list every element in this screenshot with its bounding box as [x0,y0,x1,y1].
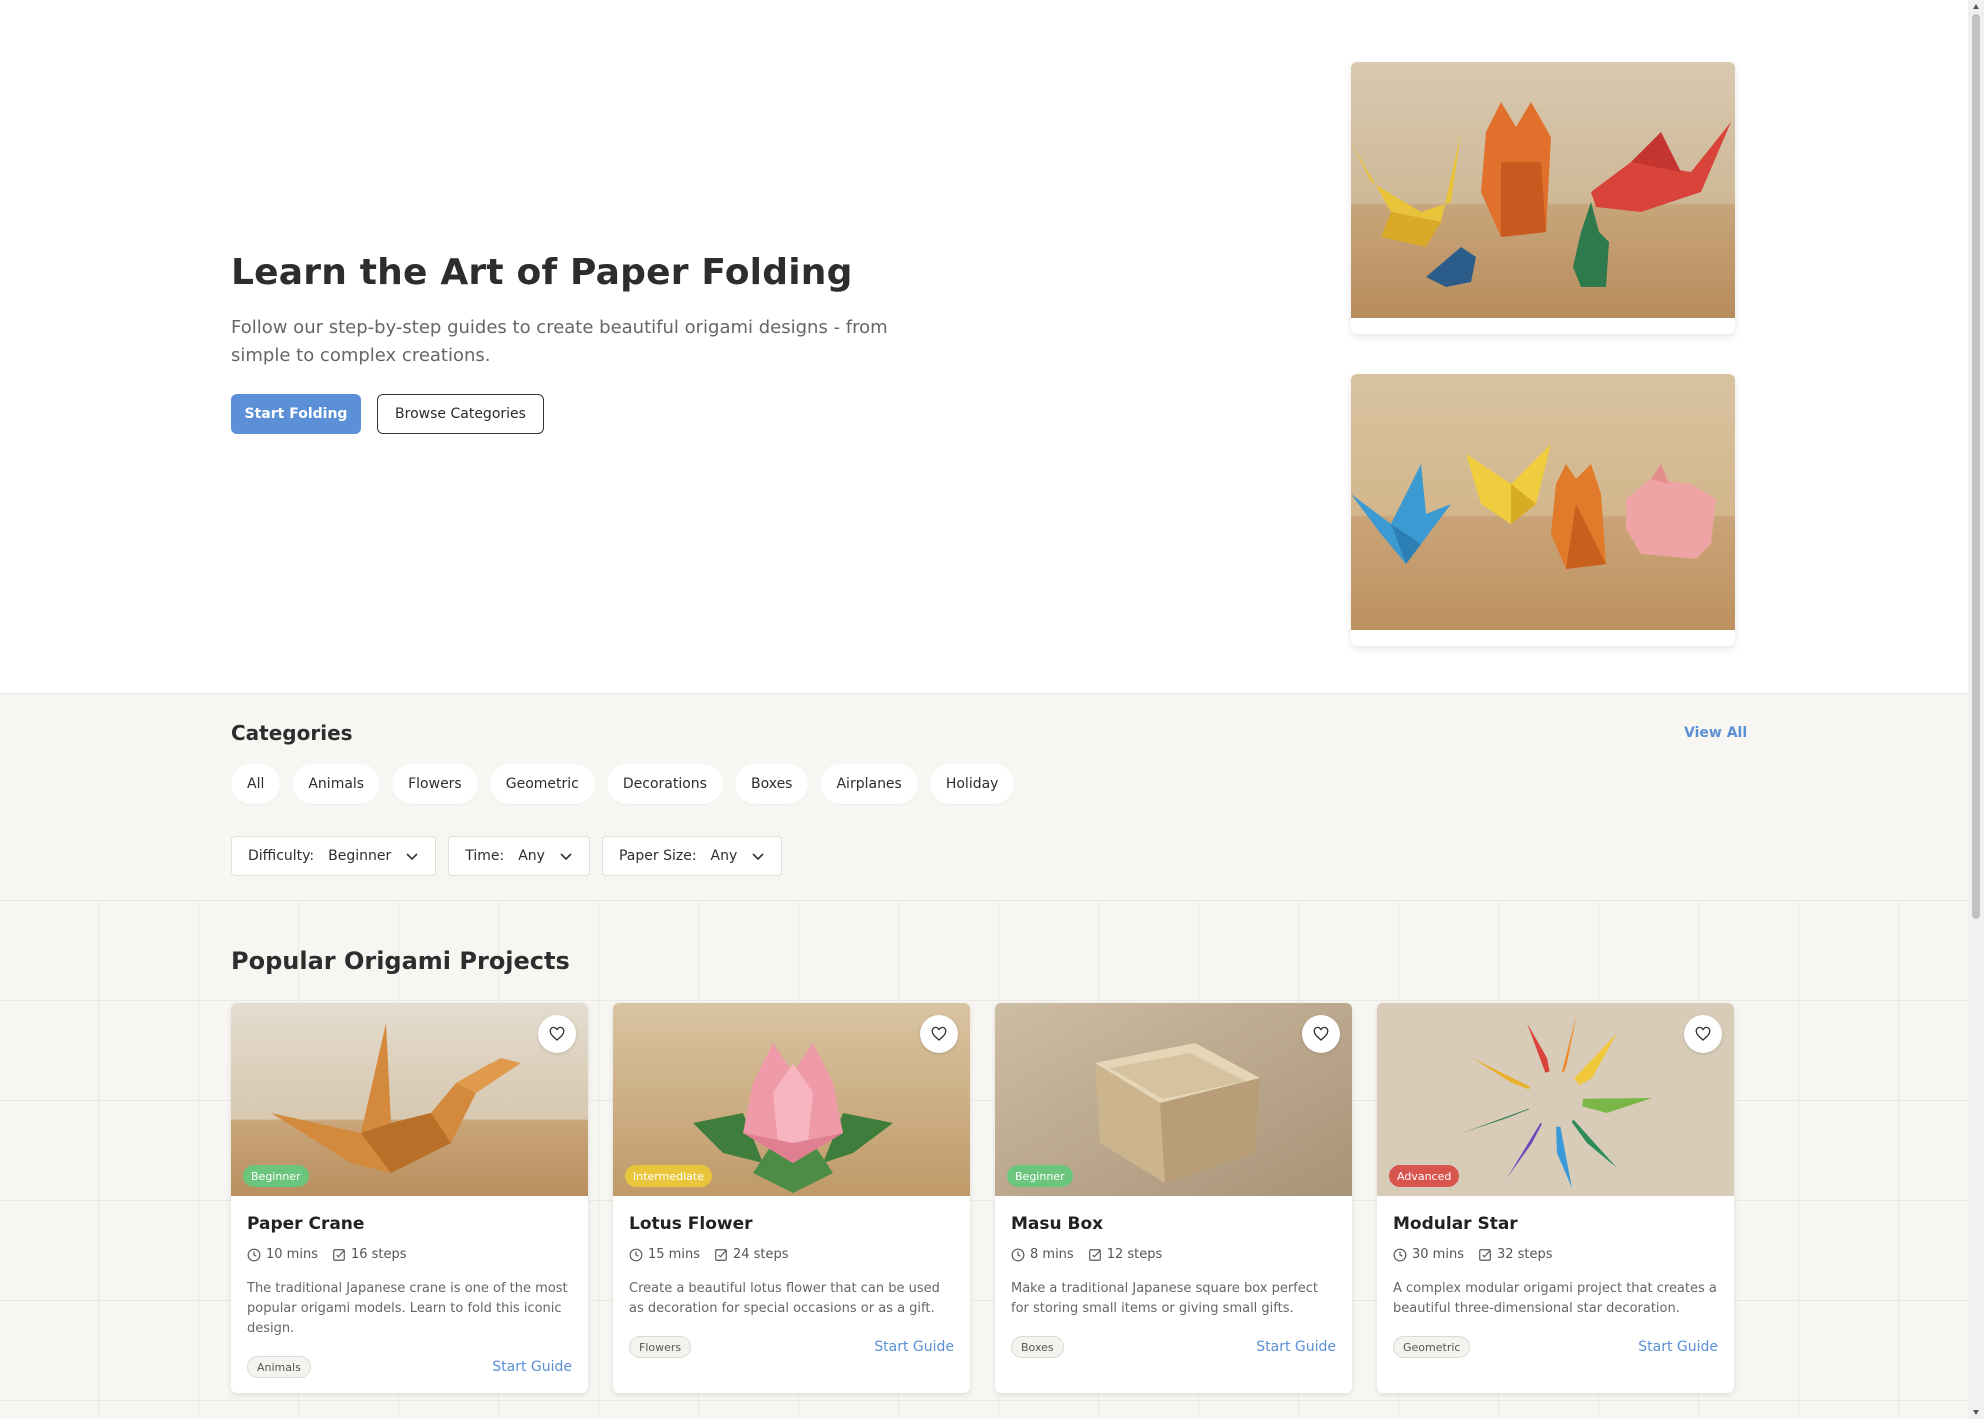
category-pill-geometric[interactable]: Geometric [489,764,595,804]
card-meta: 15 mins 24 steps [629,1247,789,1262]
difficulty-badge: Beginner [1007,1165,1073,1187]
category-pill-flowers[interactable]: Flowers [392,764,478,804]
filter-bar: Difficulty: Beginner Time: Any Paper Siz… [231,836,783,876]
category-pill-animals[interactable]: Animals [292,764,381,804]
favorite-button[interactable] [1684,1015,1722,1053]
paper-size-filter-value: Any [710,848,738,864]
paper-size-filter[interactable]: Paper Size: Any [601,836,783,876]
categories-section: Categories View All All Animals Flowers … [0,693,1968,900]
card-title: Masu Box [1011,1214,1104,1234]
card-steps: 24 steps [714,1247,789,1262]
favorite-button[interactable] [538,1015,576,1053]
project-card-masu-box[interactable]: Beginner Masu Box 8 mins 12 steps Make a… [995,1003,1352,1393]
category-tag: Animals [247,1356,311,1378]
heart-icon [1695,1026,1711,1041]
favorite-button[interactable] [920,1015,958,1053]
difficulty-filter-value: Beginner [328,848,392,864]
scrollbar-thumb[interactable] [1972,14,1980,919]
category-pill-decorations[interactable]: Decorations [606,764,723,804]
difficulty-badge: Beginner [243,1165,309,1187]
card-title: Lotus Flower [629,1214,753,1234]
card-steps-text: 32 steps [1496,1247,1553,1262]
view-all-link[interactable]: View All [1684,725,1747,741]
category-pill-holiday[interactable]: Holiday [929,764,1015,804]
category-pills: All Animals Flowers Geometric Decoration… [231,764,1015,804]
chevron-down-icon [560,853,572,861]
start-folding-button[interactable]: Start Folding [231,394,361,434]
chevron-down-icon [752,853,764,861]
card-time: 15 mins [629,1247,700,1262]
card-steps: 32 steps [1478,1247,1553,1262]
difficulty-filter-label: Difficulty: [248,848,315,864]
hero-image-origami-collection [1351,374,1735,646]
page-scrollbar[interactable] [1968,0,1984,1419]
project-card-lotus-flower[interactable]: Intermediate Lotus Flower 15 mins 24 ste… [613,1003,970,1393]
hero-subtitle: Follow our step-by-step guides to create… [231,317,888,366]
clock-icon [1393,1248,1407,1261]
category-tag: Boxes [1011,1336,1064,1358]
start-guide-link[interactable]: Start Guide [1256,1339,1336,1355]
time-filter-value: Any [518,848,545,864]
category-pill-airplanes[interactable]: Airplanes [820,764,918,804]
checkbox-icon [333,1248,345,1261]
card-time: 30 mins [1393,1247,1464,1262]
card-description: Create a beautiful lotus flower that can… [629,1281,940,1316]
project-card-paper-crane[interactable]: Beginner Paper Crane 10 mins 16 steps Th… [231,1003,588,1393]
difficulty-filter[interactable]: Difficulty: Beginner [231,836,437,876]
categories-title: Categories [231,721,353,745]
time-filter[interactable]: Time: Any [448,836,590,876]
card-steps: 12 steps [1088,1247,1163,1262]
card-meta: 30 mins 32 steps [1393,1247,1553,1262]
chevron-down-icon [406,853,418,861]
category-tag: Flowers [629,1336,692,1358]
projects-section: Popular Origami Projects Beginner Paper … [0,900,1968,1419]
time-filter-label: Time: [465,848,505,864]
card-steps-text: 12 steps [1106,1247,1163,1262]
checkbox-icon [1479,1248,1491,1261]
card-description: A complex modular origami project that c… [1393,1281,1717,1316]
category-pill-all[interactable]: All [231,764,281,804]
card-steps-text: 16 steps [350,1247,407,1262]
clock-icon [1011,1248,1025,1261]
start-guide-link[interactable]: Start Guide [492,1359,572,1375]
scroll-up-arrow-icon[interactable] [1972,3,1980,11]
card-steps-text: 24 steps [732,1247,789,1262]
heart-icon [931,1026,947,1041]
difficulty-badge: Advanced [1389,1165,1460,1187]
paper-size-filter-label: Paper Size: [618,848,697,864]
clock-icon [247,1248,261,1261]
hero-title: Learn the Art of Paper Folding [231,252,853,293]
card-meta: 10 mins 16 steps [247,1247,407,1262]
card-steps: 16 steps [332,1247,407,1262]
card-title: Modular Star [1393,1214,1518,1234]
card-description: The traditional Japanese crane is one of… [247,1281,568,1336]
checkbox-icon [1088,1248,1101,1261]
projects-title: Popular Origami Projects [231,947,570,975]
card-time: 10 mins [247,1247,318,1262]
card-time: 8 mins [1011,1247,1074,1262]
difficulty-badge: Intermediate [625,1165,712,1187]
browse-categories-button[interactable]: Browse Categories [377,394,544,434]
scroll-down-arrow-icon[interactable] [1972,1408,1980,1416]
checkbox-icon [715,1248,727,1261]
heart-icon [1313,1026,1329,1041]
hero-section: Learn the Art of Paper Folding Follow ou… [0,0,1968,693]
start-guide-link[interactable]: Start Guide [874,1339,954,1355]
heart-icon [549,1026,565,1041]
card-description: Make a traditional Japanese square box p… [1011,1281,1318,1316]
category-tag: Geometric [1393,1336,1471,1358]
card-time-text: 10 mins [266,1247,318,1262]
card-time-text: 15 mins [648,1247,700,1262]
card-title: Paper Crane [247,1214,365,1234]
card-time-text: 8 mins [1030,1247,1074,1262]
clock-icon [629,1248,643,1261]
favorite-button[interactable] [1302,1015,1340,1053]
project-card-modular-star[interactable]: Advanced Modular Star 30 mins 32 steps A… [1377,1003,1734,1393]
card-time-text: 30 mins [1412,1247,1464,1262]
category-pill-boxes[interactable]: Boxes [734,764,809,804]
start-guide-link[interactable]: Start Guide [1638,1339,1718,1355]
hero-image-origami-animals [1351,62,1735,334]
card-meta: 8 mins 12 steps [1011,1247,1162,1262]
